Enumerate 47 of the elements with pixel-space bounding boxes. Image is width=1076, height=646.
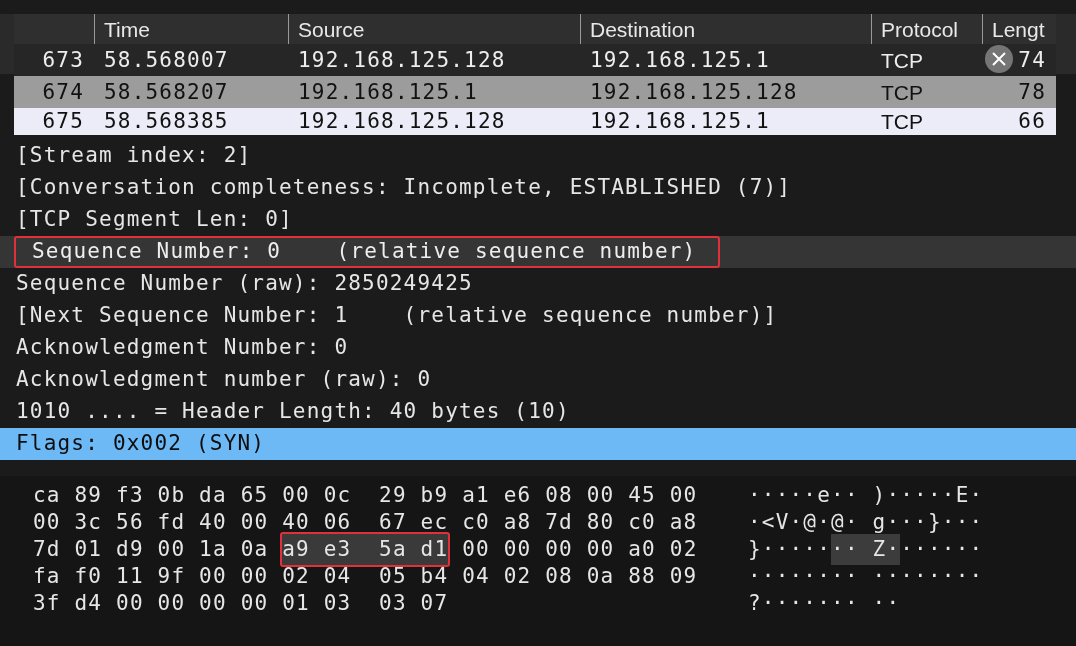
detail-field[interactable]: Sequence Number (raw): 2850249425	[0, 268, 473, 300]
detail-field[interactable]: Acknowledgment number (raw): 0	[0, 364, 432, 396]
table-cell: 192.168.125.128	[298, 111, 506, 132]
hex-bytes: 7d 01 d9 00 1a 0a	[33, 535, 270, 563]
close-icon	[991, 51, 1007, 67]
ascii-bytes: ·····e·· )·····E·	[748, 481, 984, 509]
table-cell: 192.168.125.128	[298, 49, 506, 71]
table-cell: 674	[42, 81, 84, 103]
table-cell: 192.168.125.128	[590, 81, 798, 103]
ascii-bytes: ?······· ··	[748, 589, 901, 617]
detail-field[interactable]: [Next Sequence Number: 1 (relative sequence number)]	[0, 300, 778, 332]
column-header[interactable]: Destination	[590, 18, 696, 40]
table-cell: 192.168.125.1	[298, 81, 478, 103]
detail-field[interactable]: 1010 .... = Header Length: 40 bytes (10)	[0, 396, 570, 428]
highlighted-hex-bytes: a9 e3 5a d1	[280, 531, 451, 568]
table-cell: 58.568385	[104, 111, 229, 132]
ascii-bytes: ······	[900, 535, 984, 563]
ascii-bytes: ·· Z·	[831, 533, 901, 566]
table-cell: 66	[1018, 111, 1046, 132]
ascii-bytes: }·····	[748, 535, 832, 563]
table-cell: 58.568007	[104, 49, 229, 71]
detail-field[interactable]: [TCP Segment Len: 0]	[0, 204, 293, 236]
detail-field[interactable]: [Conversation completeness: Incomplete, ESTABLISHED (7)]	[0, 172, 792, 204]
detail-field[interactable]: [Stream index: 2]	[0, 140, 252, 172]
ascii-bytes: ·<V·@·@· g···}···	[748, 508, 984, 536]
table-cell: 192.168.125.1	[590, 111, 770, 132]
column-header[interactable]: Time	[104, 18, 150, 40]
column-header[interactable]: Source	[298, 18, 365, 40]
table-cell: 675	[42, 111, 84, 132]
table-cell: 192.168.125.1	[590, 49, 770, 71]
table-cell: TCP	[881, 111, 923, 132]
column-header[interactable]: Lengt	[992, 18, 1045, 40]
detail-field[interactable]: Acknowledgment Number: 0	[0, 332, 349, 364]
packet-row[interactable]: 675 58.568385 192.168.125.128 192.168.125.1 TCP 66	[14, 108, 1056, 135]
table-cell: 673	[42, 49, 84, 71]
hex-bytes: 3f d4 00 00 00 00 01 03 03 07	[33, 589, 449, 617]
table-cell: 78	[1018, 81, 1046, 103]
hex-bytes: ca 89 f3 0b da 65 00 0c 29 b9 a1 e6 08 00 45 00	[33, 481, 698, 509]
packet-row[interactable]: 674 58.568207 192.168.125.1 192.168.125.128 TCP 78	[14, 76, 1056, 108]
table-cell: TCP	[881, 81, 923, 103]
table-cell: 58.568207	[104, 81, 229, 103]
column-header[interactable]: Protocol	[881, 18, 959, 40]
table-cell: 74	[1018, 49, 1046, 71]
highlighted-field[interactable]: Sequence Number: 0 (relative sequence number)	[14, 236, 721, 268]
packet-row[interactable]: 673 58.568007 192.168.125.128 192.168.125.1 TCP 74	[14, 44, 1056, 76]
hex-bytes: 00 00 00 00 a0 02	[461, 535, 698, 563]
table-cell: TCP	[881, 49, 923, 71]
